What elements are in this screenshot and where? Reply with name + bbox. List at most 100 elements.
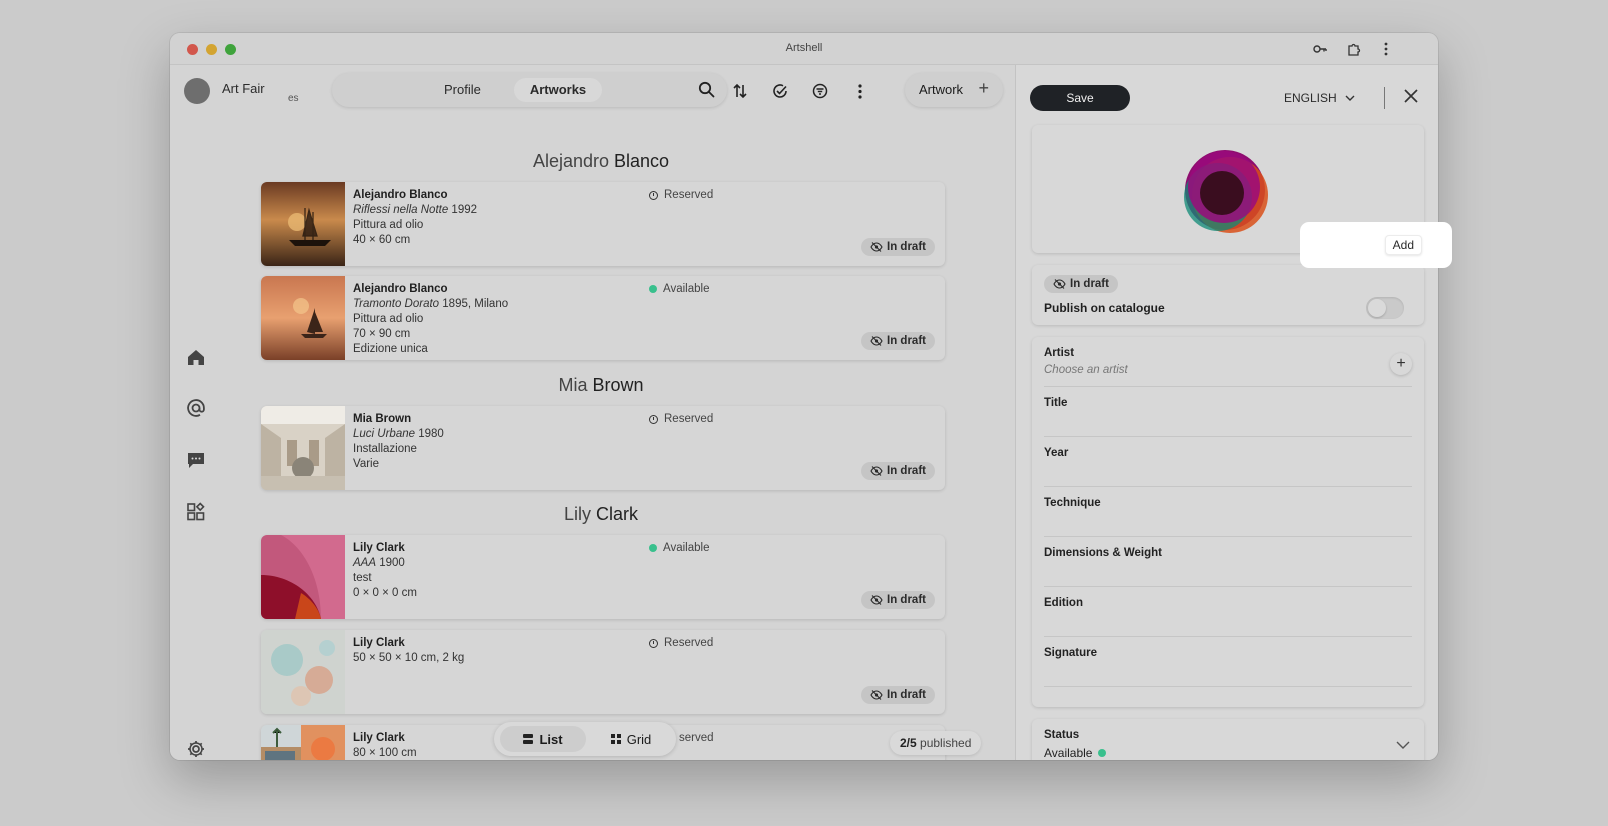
status-select[interactable]: Status Available <box>1044 719 1412 760</box>
grid-icon <box>610 734 621 744</box>
eye-off-icon <box>1053 279 1066 289</box>
technique-field[interactable]: Technique <box>1044 487 1412 537</box>
org-name[interactable]: Art Fair <box>222 81 265 96</box>
select-check-icon[interactable] <box>770 81 790 101</box>
divider <box>1384 87 1385 109</box>
group-title: Lily Clark <box>563 504 639 524</box>
card-title-line: Luci Urbane 1980 <box>353 428 444 440</box>
artwork-card[interactable]: Alejandro Blanco Tramonto Dorato 1895, M… <box>261 276 945 360</box>
chevron-down-icon <box>1345 95 1355 101</box>
artwork-thumbnail <box>261 535 345 619</box>
field-label: Title <box>1044 397 1068 409</box>
card-artist: Mia Brown <box>353 413 412 425</box>
eye-off-icon <box>870 595 883 605</box>
close-icon[interactable] <box>1400 85 1422 107</box>
signature-field[interactable]: Signature <box>1044 637 1412 687</box>
card-technique: Pittura ad olio <box>353 313 424 325</box>
list-view-button[interactable]: List <box>500 726 586 752</box>
at-sign-icon[interactable] <box>184 396 208 420</box>
save-button[interactable]: Save <box>1030 85 1130 111</box>
draft-badge: In draft <box>861 238 935 256</box>
card-edition: Edizione unica <box>353 343 428 355</box>
tab-bar: Profile Artworks <box>332 73 727 107</box>
eye-off-icon <box>870 690 883 700</box>
artwork-card[interactable]: Alejandro Blanco Riflessi nella Notte 19… <box>261 182 945 266</box>
card-artist: Alejandro Blanco <box>353 189 448 201</box>
card-title-line: Tramonto Dorato 1895, Milano <box>353 298 509 310</box>
field-label: Artist <box>1044 347 1075 359</box>
card-dimensions: 0 × 0 × 0 cm <box>353 587 417 599</box>
add-image-button[interactable]: Add <box>1384 235 1422 255</box>
card-dimensions: 50 × 50 × 10 cm, 2 kg <box>353 652 465 664</box>
key-icon[interactable] <box>1312 41 1328 57</box>
artwork-card[interactable]: Lily Clark 50 × 50 × 10 cm, 2 kg Reserve… <box>261 630 945 714</box>
add-artist-plus-icon[interactable]: + <box>1390 353 1412 375</box>
card-technique: Installazione <box>353 443 417 455</box>
apps-icon[interactable] <box>184 500 208 524</box>
settings-gear-icon[interactable] <box>184 737 208 760</box>
messages-icon[interactable] <box>184 448 208 472</box>
view-toggle: List Grid <box>494 722 676 756</box>
artwork-details-panel: Artist Choose an artist + Title Year Tec… <box>1032 337 1424 707</box>
org-subtitle: es <box>288 93 299 104</box>
eye-off-icon <box>870 242 883 252</box>
card-artist: Lily Clark <box>353 542 405 554</box>
draft-badge: In draft <box>861 591 935 609</box>
field-label: Edition <box>1044 597 1083 609</box>
artworks-list-pane: Art Fair es Profile Artworks Artwork + A… <box>170 65 1015 760</box>
card-title-line: AAA 1900 <box>353 557 405 569</box>
artwork-placeholder-logo <box>1184 150 1268 233</box>
artwork-card[interactable]: Mia Brown Luci Urbane 1980 Installazione… <box>261 406 945 490</box>
clock-icon <box>649 414 658 424</box>
artwork-thumbnail <box>261 182 345 266</box>
draft-badge: In draft <box>861 462 935 480</box>
publish-panel: In draft Publish on catalogue <box>1032 265 1424 325</box>
artist-field[interactable]: Artist Choose an artist + <box>1044 337 1412 387</box>
eye-off-icon <box>870 466 883 476</box>
window-title: Artshell <box>785 42 823 54</box>
artwork-editor-pane: Save ENGLISH In draft Publish on catalog… <box>1015 65 1438 760</box>
window-menu-icon[interactable] <box>1378 41 1394 57</box>
year-field[interactable]: Year <box>1044 437 1412 487</box>
add-artwork-button[interactable]: Artwork + <box>905 73 1003 107</box>
card-artist: Lily Clark <box>353 637 405 649</box>
status-reserved: Reserved <box>649 413 713 425</box>
title-field[interactable]: Title <box>1044 387 1412 437</box>
sort-icon[interactable] <box>730 81 750 101</box>
artwork-thumbnail <box>261 725 345 760</box>
language-selector[interactable]: ENGLISH <box>1284 91 1355 105</box>
home-icon[interactable] <box>184 345 208 369</box>
filter-icon[interactable] <box>810 81 830 101</box>
status-panel: Status Available <box>1032 719 1424 760</box>
clock-icon <box>649 190 658 200</box>
chevron-down-icon <box>1396 741 1410 749</box>
available-dot-icon <box>1098 749 1107 757</box>
grid-view-button[interactable]: Grid <box>592 726 670 752</box>
draft-badge: In draft <box>1044 275 1118 293</box>
extensions-icon[interactable] <box>1346 41 1362 57</box>
search-icon[interactable] <box>698 81 715 103</box>
group-title: Mia Brown <box>558 375 644 395</box>
dimensions-weight-field[interactable]: Dimensions & Weight <box>1044 537 1412 587</box>
tab-artworks[interactable]: Artworks <box>514 78 602 102</box>
card-technique: test <box>353 572 372 584</box>
tab-profile[interactable]: Profile <box>444 82 481 97</box>
card-dimensions: 80 × 100 cm <box>353 747 417 759</box>
field-label: Signature <box>1044 647 1098 659</box>
publish-label: Publish on catalogue <box>1044 301 1165 315</box>
card-dimensions: 40 × 60 cm <box>353 234 411 246</box>
draft-badge: In draft <box>861 332 935 350</box>
card-dimensions: Varie <box>353 458 379 470</box>
more-options-icon[interactable] <box>850 81 870 101</box>
avatar[interactable] <box>184 78 210 104</box>
publish-toggle[interactable] <box>1366 297 1404 319</box>
edition-field[interactable]: Edition <box>1044 587 1412 637</box>
card-dimensions: 70 × 90 cm <box>353 328 411 340</box>
status-reserved: Reserved <box>649 189 713 201</box>
card-artist: Lily Clark <box>353 732 405 744</box>
status-reserved: Reserved <box>649 637 713 649</box>
artwork-card[interactable]: Lily Clark AAA 1900 test 0 × 0 × 0 cm Av… <box>261 535 945 619</box>
field-label: Year <box>1044 447 1069 459</box>
card-title-line: Riflessi nella Notte 1992 <box>353 204 478 216</box>
group-title: Alejandro Blanco <box>532 151 670 171</box>
